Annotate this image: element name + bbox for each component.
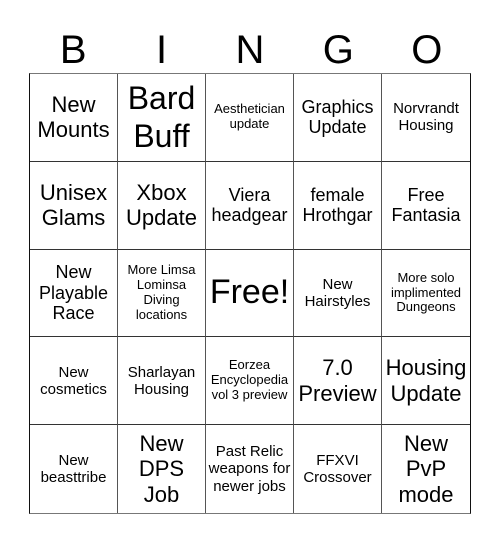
bingo-cell[interactable]: Sharlayan Housing bbox=[118, 337, 206, 426]
bingo-cell[interactable]: Unisex Glams bbox=[30, 161, 118, 250]
bingo-cell[interactable]: Free Fantasia bbox=[382, 162, 470, 250]
bingo-cell[interactable]: Bard Buff bbox=[118, 74, 206, 162]
bingo-cell[interactable]: 7.0 Preview bbox=[294, 337, 382, 426]
header-letter-i: I bbox=[156, 28, 168, 72]
bingo-cell[interactable]: More Limsa Lominsa Diving locations bbox=[118, 249, 206, 338]
bingo-header: B I N G O bbox=[29, 28, 471, 73]
bingo-cell[interactable]: Norvrandt Housing bbox=[382, 74, 470, 162]
header-letter-o: O bbox=[411, 28, 443, 72]
bingo-cell[interactable]: New Mounts bbox=[30, 74, 118, 162]
bingo-cell[interactable]: Past Relic weapons for newer jobs bbox=[206, 425, 294, 513]
bingo-cell[interactable]: Viera headgear bbox=[206, 161, 294, 250]
bingo-cell[interactable]: More solo implimented Dungeons bbox=[382, 250, 470, 338]
header-letter-n: N bbox=[235, 28, 265, 72]
bingo-cell[interactable]: Xbox Update bbox=[118, 161, 206, 250]
header-letter-b: B bbox=[59, 28, 87, 72]
bingo-cell[interactable]: female Hrothgar bbox=[294, 161, 382, 250]
bingo-cell[interactable]: New cosmetics bbox=[30, 337, 118, 426]
bingo-cell[interactable]: New PvP mode bbox=[382, 425, 470, 513]
bingo-cell[interactable]: New DPS Job bbox=[118, 425, 206, 513]
bingo-cell[interactable]: Housing Update bbox=[382, 337, 470, 426]
bingo-cell[interactable]: New Playable Race bbox=[30, 249, 118, 338]
bingo-cell[interactable]: Aesthetician update bbox=[206, 74, 294, 162]
bingo-cell-free[interactable]: Free! bbox=[206, 249, 294, 338]
bingo-cell[interactable]: FFXVI Crossover bbox=[294, 425, 382, 513]
header-letter-g: G bbox=[322, 28, 354, 72]
bingo-cell[interactable]: New beasttribe bbox=[30, 425, 118, 513]
bingo-cell[interactable]: New Hairstyles bbox=[294, 249, 382, 338]
bingo-cell[interactable]: Eorzea Encyclopedia vol 3 preview bbox=[206, 337, 294, 426]
bingo-grid: New Mounts Bard Buff Aesthetician update Gr… bbox=[29, 73, 471, 514]
bingo-cell[interactable]: Graphics Update bbox=[294, 74, 382, 162]
